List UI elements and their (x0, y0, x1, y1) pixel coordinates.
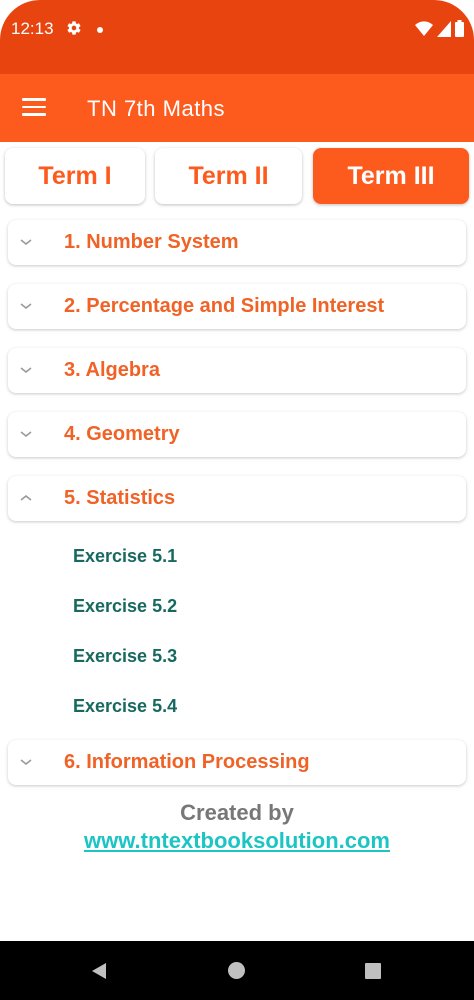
chapter-item[interactable]: 3. Algebra (8, 348, 466, 393)
navigation-bar (0, 941, 474, 1000)
chapter-title: 3. Algebra (64, 359, 160, 381)
hamburger-menu-icon[interactable] (22, 98, 46, 118)
notification-dot-icon (97, 27, 103, 33)
chevron-up-icon (20, 494, 32, 501)
chevron-down-icon (20, 239, 32, 246)
exercise-link[interactable]: Exercise 5.4 (73, 696, 177, 717)
back-icon[interactable] (90, 962, 108, 980)
term-tabs: Term I Term II Term III (5, 148, 469, 205)
status-time: 12:13 (11, 19, 54, 38)
tab-term-3[interactable]: Term III (313, 148, 469, 204)
chevron-down-icon (20, 759, 32, 766)
chevron-down-icon (20, 367, 32, 374)
status-bar: 12:13 (0, 0, 474, 74)
chapter-title: 5. Statistics (64, 487, 176, 509)
chapter-item[interactable]: 4. Geometry (8, 412, 466, 457)
status-right-icons (415, 20, 464, 37)
chapter-item-expanded[interactable]: 5. Statistics (8, 476, 466, 521)
chevron-down-icon (20, 303, 32, 310)
exercise-link[interactable]: Exercise 5.2 (73, 596, 177, 617)
chapter-title: 4. Geometry (64, 423, 180, 445)
home-icon[interactable] (228, 962, 245, 979)
chapter-item[interactable]: 2. Percentage and Simple Interest (8, 284, 466, 329)
battery-icon (455, 20, 464, 37)
chapter-title: 6. Information Processing (64, 751, 310, 773)
chapter-title: 2. Percentage and Simple Interest (64, 295, 385, 317)
chapter-item[interactable]: 6. Information Processing (8, 740, 466, 785)
tab-term-2[interactable]: Term II (155, 148, 302, 204)
app-bar: TN 7th Maths (0, 74, 474, 142)
cell-signal-icon (437, 20, 451, 37)
created-by-label: Created by (180, 800, 294, 825)
website-link[interactable]: www.tntextbooksolution.com (0, 828, 474, 854)
exercise-link[interactable]: Exercise 5.3 (73, 646, 177, 667)
app-title: TN 7th Maths (87, 96, 226, 121)
wifi-icon (415, 20, 433, 36)
chapter-item[interactable]: 1. Number System (8, 220, 466, 265)
exercise-link[interactable]: Exercise 5.1 (73, 546, 177, 567)
chapter-title: 1. Number System (64, 231, 239, 253)
tab-term-1[interactable]: Term I (5, 148, 145, 204)
chevron-down-icon (20, 431, 32, 438)
gear-icon (67, 21, 81, 35)
recents-icon[interactable] (365, 963, 381, 979)
